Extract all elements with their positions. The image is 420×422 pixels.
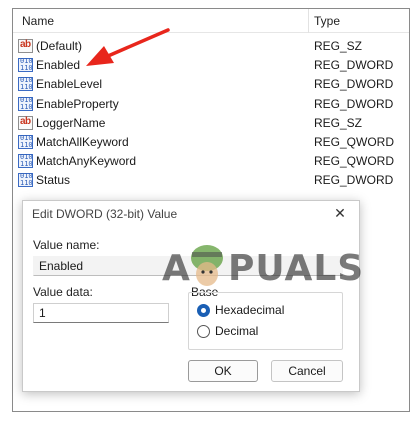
list-header: Name Type	[13, 9, 409, 33]
value-name: EnableLevel	[36, 77, 103, 92]
binary-value-icon: 010 110	[18, 95, 33, 111]
value-type: REG_QWORD	[314, 134, 395, 149]
binary-value-icon: 010 110	[18, 172, 33, 188]
value-name: MatchAnyKeyword	[36, 154, 137, 169]
decimal-radio[interactable]	[197, 325, 210, 338]
list-item[interactable]: 010 110 EnableProperty REG_DWORD	[13, 95, 409, 114]
column-separator[interactable]	[308, 9, 309, 33]
name-column-header[interactable]: Name	[22, 14, 54, 28]
base-radio-group: Hexadecimal Decimal	[188, 292, 343, 350]
type-column-header[interactable]: Type	[314, 14, 340, 28]
value-data-input[interactable]: 1	[33, 303, 169, 323]
ok-button[interactable]: OK	[188, 360, 258, 382]
list-item[interactable]: 010 110 MatchAllKeyword REG_QWORD	[13, 133, 409, 152]
value-name: (Default)	[36, 39, 83, 53]
binary-value-icon: 010 110	[18, 133, 33, 149]
value-type: REG_QWORD	[314, 154, 395, 169]
value-name-label: Value name:	[33, 238, 100, 252]
value-type: REG_DWORD	[314, 58, 394, 73]
edit-dword-dialog: Edit DWORD (32-bit) Value ✕ Value name: …	[22, 200, 360, 392]
close-icon[interactable]: ✕	[328, 203, 352, 223]
binary-value-icon: 010 110	[18, 153, 33, 169]
list-item[interactable]: 010 110 EnableLevel REG_DWORD	[13, 75, 409, 94]
values-list: ab (Default) REG_SZ 010 110 Enabled REG_D…	[13, 37, 409, 191]
string-value-icon: ab	[18, 115, 33, 130]
dialog-title: Edit DWORD (32-bit) Value	[32, 207, 178, 221]
cancel-button[interactable]: Cancel	[271, 360, 343, 382]
value-name: Enabled	[36, 58, 81, 73]
value-type: REG_DWORD	[314, 173, 394, 188]
list-item[interactable]: 010 110 Enabled REG_DWORD	[13, 56, 409, 75]
value-name: MatchAllKeyword	[36, 134, 129, 149]
value-data-label: Value data:	[33, 285, 93, 299]
value-type: REG_DWORD	[314, 96, 394, 111]
hexadecimal-label: Hexadecimal	[215, 303, 285, 317]
value-type: REG_SZ	[314, 115, 363, 130]
list-item[interactable]: 010 110 Status REG_DWORD	[13, 171, 409, 190]
list-item[interactable]: ab (Default) REG_SZ	[13, 37, 409, 56]
value-type: REG_DWORD	[314, 77, 394, 92]
value-name: LoggerName	[36, 115, 106, 130]
value-name-field[interactable]: Enabled	[33, 256, 343, 276]
list-item[interactable]: ab LoggerName REG_SZ	[13, 114, 409, 133]
hexadecimal-radio[interactable]	[197, 304, 210, 317]
list-item[interactable]: 010 110 MatchAnyKeyword REG_QWORD	[13, 152, 409, 171]
binary-value-icon: 010 110	[18, 76, 33, 92]
string-value-icon: ab	[18, 39, 33, 53]
value-name: Status	[36, 173, 71, 188]
binary-value-icon: 010 110	[18, 57, 33, 73]
value-type: REG_SZ	[314, 39, 363, 53]
decimal-label: Decimal	[215, 324, 259, 338]
value-name: EnableProperty	[36, 96, 119, 111]
